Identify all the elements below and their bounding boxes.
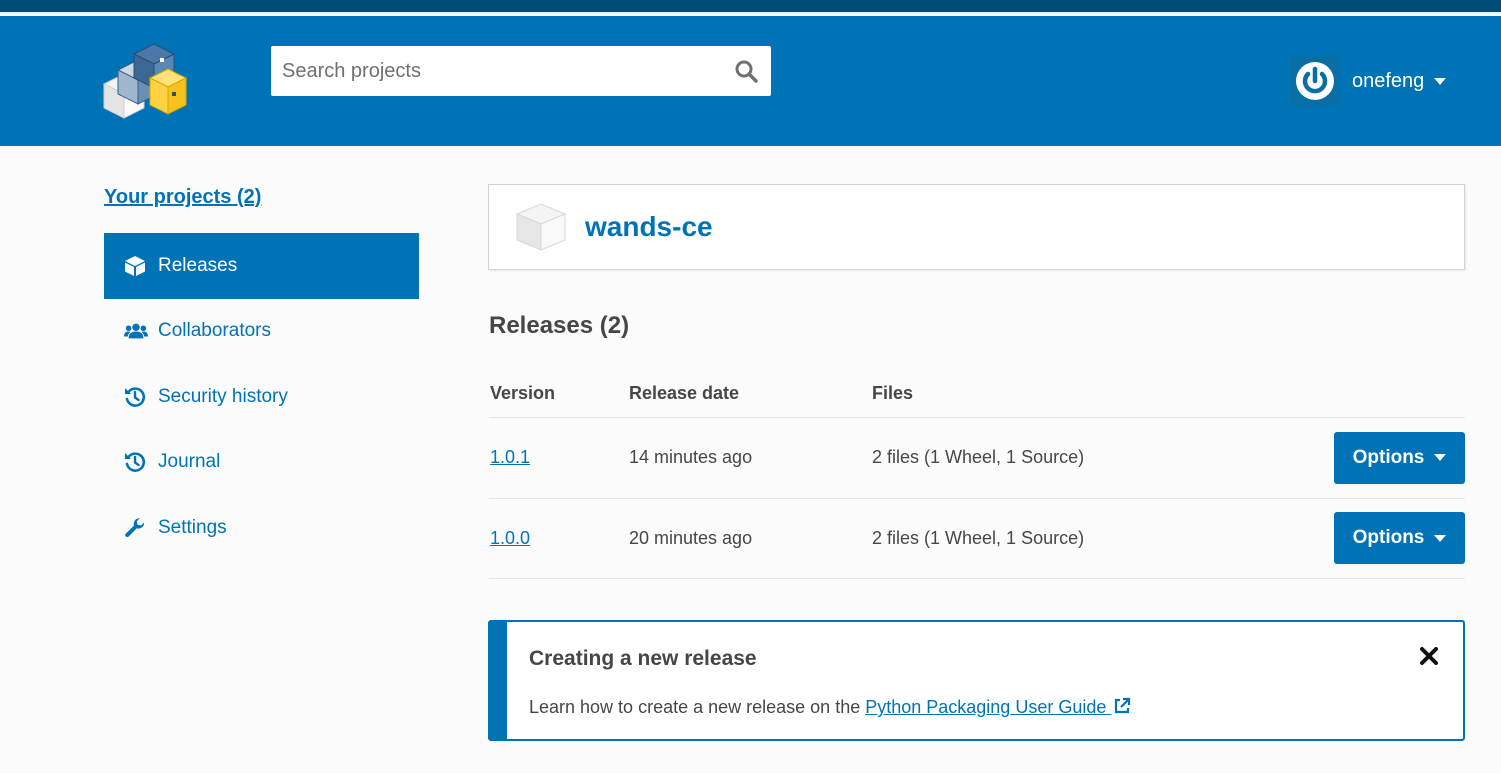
history-icon	[124, 451, 148, 473]
project-card: wands-ce	[488, 184, 1465, 270]
search-box	[271, 46, 771, 96]
callout-text: Learn how to create a new release on the…	[529, 697, 1131, 718]
sidebar-item-collaborators[interactable]: Collaborators	[104, 299, 419, 365]
box-icon	[124, 255, 148, 277]
column-header-version: Version	[490, 383, 556, 403]
version-link[interactable]: 1.0.1	[490, 447, 530, 467]
callout-body: Learn how to create a new release on the	[529, 697, 866, 717]
table-row: 1.0.0 20 minutes ago 2 files (1 Wheel, 1…	[489, 499, 1465, 579]
sidebar-item-label: Releases	[158, 254, 238, 276]
packaging-guide-link[interactable]: Python Packaging User Guide	[865, 697, 1131, 717]
history-icon	[124, 386, 148, 408]
info-callout: Creating a new release Learn how to crea…	[488, 620, 1465, 741]
sidebar-item-settings[interactable]: Settings	[104, 495, 419, 561]
options-button[interactable]: Options	[1334, 512, 1465, 565]
top-strip	[0, 0, 1501, 14]
external-link-icon	[1115, 697, 1131, 714]
user-avatar	[1290, 56, 1340, 106]
version-link[interactable]: 1.0.0	[490, 528, 530, 548]
search-icon	[735, 60, 758, 83]
sidebar-item-security-history[interactable]: Security history	[104, 364, 419, 430]
wrench-icon	[124, 517, 148, 539]
pypi-logo[interactable]	[100, 32, 188, 124]
column-header-release-date: Release date	[629, 383, 740, 403]
chevron-down-icon	[1434, 534, 1447, 542]
table-header: Version Release date Files	[489, 370, 1465, 418]
sidebar-item-label: Settings	[158, 516, 227, 538]
close-icon	[1420, 647, 1438, 665]
options-label: Options	[1352, 527, 1425, 549]
sidebar-item-label: Journal	[158, 451, 221, 473]
users-icon	[124, 320, 148, 342]
releases-heading: Releases (2)	[489, 312, 630, 339]
package-icon	[515, 203, 567, 251]
release-date: 14 minutes ago	[629, 447, 753, 468]
release-files: 2 files (1 Wheel, 1 Source)	[872, 447, 1085, 468]
close-button[interactable]	[1417, 644, 1441, 668]
sidebar-item-journal[interactable]: Journal	[104, 430, 419, 496]
chevron-down-icon	[1434, 77, 1447, 85]
release-date: 20 minutes ago	[629, 527, 753, 548]
user-menu[interactable]: onefeng	[1290, 56, 1447, 106]
project-name[interactable]: wands-ce	[585, 211, 713, 243]
site-header: onefeng	[0, 16, 1501, 146]
sidebar-item-releases[interactable]: Releases	[104, 233, 419, 299]
callout-title: Creating a new release	[529, 647, 757, 670]
username: onefeng	[1352, 69, 1425, 92]
power-icon	[1296, 62, 1334, 100]
table-row: 1.0.1 14 minutes ago 2 files (1 Wheel, 1…	[489, 418, 1465, 499]
your-projects-link[interactable]: Your projects (2)	[104, 186, 261, 209]
sidebar-item-label: Security history	[158, 385, 288, 407]
sidebar-item-label: Collaborators	[158, 320, 271, 342]
column-header-files: Files	[872, 383, 914, 403]
sidebar-nav: Releases Collaborators Security history	[104, 233, 419, 561]
options-button[interactable]: Options	[1334, 431, 1465, 484]
options-label: Options	[1352, 446, 1425, 468]
chevron-down-icon	[1434, 454, 1447, 462]
link-label: Python Packaging User Guide	[865, 697, 1107, 717]
releases-table: Version Release date Files 1.0.1 14 minu…	[489, 370, 1465, 579]
release-files: 2 files (1 Wheel, 1 Source)	[872, 527, 1085, 548]
search-button[interactable]	[721, 46, 771, 96]
search-input[interactable]	[271, 46, 721, 96]
